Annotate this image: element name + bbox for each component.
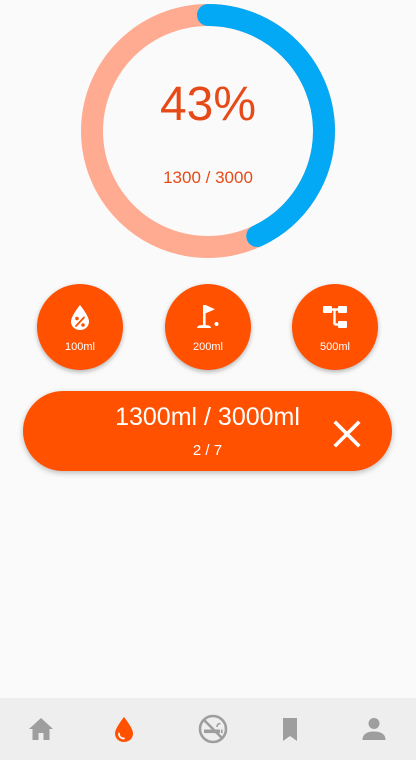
intake-summary-card: 1300ml / 3000ml 2 / 7 bbox=[23, 391, 392, 471]
nav-item-no-smoking[interactable] bbox=[166, 698, 249, 760]
progress-percent: 43% bbox=[159, 78, 257, 131]
golf-flag-icon bbox=[197, 305, 219, 328]
water-drop-icon bbox=[115, 717, 133, 742]
nav-item-home[interactable] bbox=[0, 698, 83, 760]
nav-item-profile[interactable] bbox=[333, 698, 416, 760]
bookmark-icon bbox=[283, 718, 297, 741]
nav-item-water[interactable] bbox=[83, 698, 166, 760]
add-500ml-label: 500ml bbox=[320, 341, 350, 353]
close-icon[interactable] bbox=[327, 414, 367, 454]
person-icon bbox=[362, 718, 386, 740]
bottom-navigation bbox=[0, 698, 416, 760]
drop-percent-icon bbox=[71, 305, 89, 330]
no-smoking-icon bbox=[198, 714, 228, 744]
add-100ml-button[interactable]: 100ml bbox=[37, 284, 123, 370]
progress-ring: 43% 1300 / 3000 bbox=[80, 3, 336, 259]
nav-item-bookmark[interactable] bbox=[249, 698, 332, 760]
add-200ml-label: 200ml bbox=[193, 341, 223, 353]
progress-amount: 1300 / 3000 bbox=[163, 168, 253, 187]
home-icon bbox=[29, 718, 53, 740]
add-200ml-button[interactable]: 200ml bbox=[165, 284, 251, 370]
add-500ml-button[interactable]: 500ml bbox=[292, 284, 378, 370]
add-100ml-label: 100ml bbox=[65, 341, 95, 353]
hierarchy-icon bbox=[323, 306, 347, 328]
